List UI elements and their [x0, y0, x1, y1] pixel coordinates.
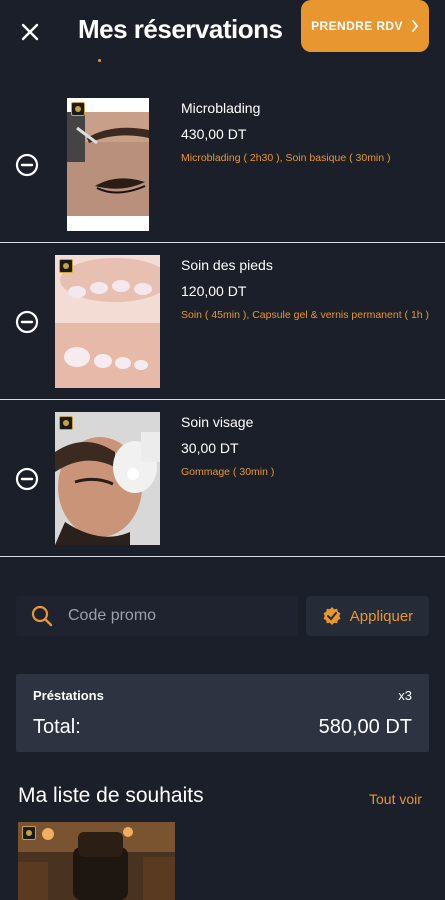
book-appointment-button[interactable]: PRENDRE RDV [301, 0, 429, 52]
item-price: 120,00 DT [181, 283, 247, 299]
item-services: Soin ( 45min ), Capsule gel & vernis per… [181, 309, 430, 321]
item-services: Gommage ( 30min ) [181, 466, 275, 478]
header: Mes réservations PRENDRE RDV [0, 0, 445, 64]
item-services: Microblading ( 2h30 ), Soin basique ( 30… [181, 152, 391, 164]
verified-badge-icon [323, 607, 341, 625]
remove-item-icon[interactable] [15, 310, 39, 334]
reservation-item: Microblading 430,00 DT Microblading ( 2h… [0, 86, 445, 243]
promo-field [16, 596, 298, 636]
order-summary: Préstations x3 Total: 580,00 DT [16, 674, 429, 752]
promo-code-input[interactable] [68, 596, 288, 636]
reservation-item: Soin des pieds 120,00 DT Soin ( 45min ),… [0, 243, 445, 400]
wishlist-card[interactable] [18, 822, 175, 900]
brand-badge-icon [22, 826, 36, 840]
brand-badge-icon [59, 416, 73, 430]
item-name: Soin des pieds [181, 257, 273, 273]
promo-row: Appliquer [16, 596, 429, 636]
item-image [67, 98, 149, 231]
reservation-list: Microblading 430,00 DT Microblading ( 2h… [0, 86, 445, 557]
remove-item-icon[interactable] [15, 467, 39, 491]
item-image [55, 255, 160, 388]
apply-promo-label: Appliquer [349, 607, 414, 625]
wishlist-see-all-link[interactable]: Tout voir [369, 791, 422, 807]
wishlist-title: Ma liste de souhaits [18, 784, 204, 807]
item-price: 430,00 DT [181, 126, 247, 142]
book-appointment-label: PRENDRE RDV [311, 19, 403, 33]
services-label: Préstations [33, 688, 104, 703]
indicator-dot [98, 59, 101, 62]
services-count: x3 [398, 688, 412, 703]
total-label: Total: [33, 716, 81, 738]
search-icon [31, 605, 53, 627]
remove-item-icon[interactable] [15, 153, 39, 177]
wishlist-card-image [18, 822, 175, 900]
item-image [55, 412, 160, 545]
reservation-item: Soin visage 30,00 DT Gommage ( 30min ) [0, 400, 445, 557]
item-name: Soin visage [181, 414, 254, 430]
brand-badge-icon [59, 259, 73, 273]
chevron-right-icon [411, 20, 419, 32]
apply-promo-button[interactable]: Appliquer [306, 596, 429, 636]
total-value: 580,00 DT [318, 716, 412, 738]
item-name: Microblading [181, 100, 261, 116]
brand-badge-icon [71, 102, 85, 116]
item-price: 30,00 DT [181, 440, 239, 456]
close-icon [21, 23, 39, 41]
close-button[interactable] [14, 16, 46, 48]
page-title: Mes réservations [78, 14, 283, 44]
